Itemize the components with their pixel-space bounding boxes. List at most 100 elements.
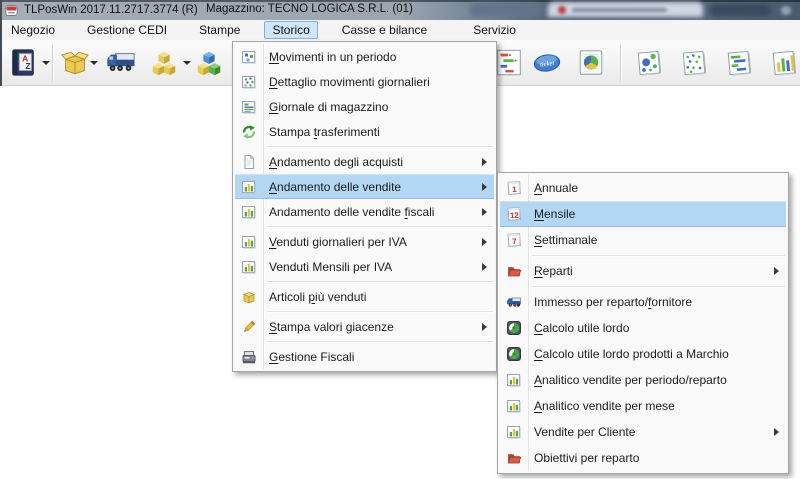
menu-item-label: Immesso per reparto/fornitore — [534, 295, 692, 309]
background-tab-favicon-blur — [558, 6, 566, 14]
menu-item-label: Articoli più venduti — [269, 290, 366, 304]
menu-item-label: Calcolo utile lordo prodotti a Marchio — [534, 347, 729, 361]
menubar-item-casse-e-bilance[interactable]: Casse e bilance — [334, 21, 435, 39]
gantt-chart-icon — [724, 48, 754, 78]
storico-menu-item-andamento-delle-vendite-fiscali[interactable]: Andamento delle vendite fiscali — [235, 199, 494, 224]
menu-item-label: Stampa valori giacenze — [269, 320, 394, 334]
vendite-submenu-item-calcolo-utile-lordo-prodotti-a-marchio[interactable]: Calcolo utile lordo prodotti a Marchio — [500, 341, 786, 367]
mini-bar-chart-icon — [241, 234, 257, 250]
app-icon — [5, 4, 18, 17]
toolbar-button-az-catalog-icon[interactable]: AZ — [6, 45, 40, 81]
vendite-submenu-item-reparti[interactable]: Reparti — [500, 258, 786, 284]
report-lines-icon — [241, 99, 257, 115]
menu-item-label: Andamento delle vendite fiscali — [269, 205, 434, 219]
green-globe-icon — [506, 320, 522, 336]
menubar-item-gestione-cedi[interactable]: Gestione CEDI — [79, 21, 175, 39]
ticket-icon: ticket — [532, 48, 562, 78]
calendar-7-icon: 7 — [506, 232, 522, 248]
menubar-item-negozio[interactable]: Negozio — [3, 21, 63, 39]
vendite-submenu-item-settimanale[interactable]: 7 Settimanale — [500, 227, 786, 253]
submenu-arrow-icon — [482, 323, 487, 331]
open-package-icon — [60, 48, 90, 78]
submenu-arrow-icon — [482, 158, 487, 166]
chevron-down-icon — [183, 61, 191, 65]
storico-menu-item-gestione-fiscali[interactable]: Gestione Fiscali — [235, 344, 494, 369]
menu-item-label: Dettaglio movimenti giornalieri — [269, 75, 430, 89]
menu-item-label: Reparti — [534, 264, 573, 278]
menu-item-label: Annuale — [534, 181, 578, 195]
toolbar-button-bar-chart-page-icon[interactable] — [767, 45, 800, 81]
storico-menu-item-articoli-pi-venduti[interactable]: Articoli più venduti — [235, 284, 494, 309]
document-icon — [241, 154, 257, 170]
red-folder-icon — [506, 450, 522, 466]
storico-menu-item-movimenti-in-un-periodo[interactable]: Movimenti in un periodo — [235, 44, 494, 69]
menu-item-label: Venduti Mensili per IVA — [269, 260, 392, 274]
calendar-1-icon: 1 — [506, 180, 522, 196]
background-window-blur-2 — [710, 4, 770, 16]
mini-bar-chart-icon — [506, 372, 522, 388]
storico-menu-item-andamento-degli-acquisti[interactable]: Andamento degli acquisti — [235, 149, 494, 174]
chevron-down-icon — [90, 61, 98, 65]
vendite-submenu-item-mensile[interactable]: 12Mensile — [500, 201, 786, 227]
toolbar-button-ticket-icon[interactable]: ticket — [530, 45, 564, 81]
menubar-item-servizio[interactable]: Servizio — [465, 21, 524, 39]
menu-item-label: Giornale di magazzino — [269, 100, 388, 114]
window-title: TLPosWin 2017.11.2717.3774 (R) — [24, 4, 198, 16]
toolbar-dropdown-arrow-open-package-icon[interactable] — [88, 45, 99, 81]
toolbar-button-colored-cubes-icon[interactable] — [192, 45, 226, 81]
toolbar-dropdown-arrow-yellow-cubes-icon[interactable] — [181, 45, 192, 81]
bar-chart-page-icon — [769, 48, 799, 78]
pie-chart-book-icon — [576, 48, 606, 78]
svg-text:Z: Z — [25, 61, 30, 71]
picture-chart-icon — [241, 49, 257, 65]
storico-menu-item-stampa-valori-giacenze[interactable]: Stampa valori giacenze — [235, 314, 494, 339]
background-window-blur — [470, 3, 540, 16]
toolbar-button-bubble-chart-icon[interactable] — [632, 45, 666, 81]
az-catalog-icon: AZ — [8, 48, 38, 78]
storico-menu-item-venduti-mensili-per-iva[interactable]: Venduti Mensili per IVA — [235, 254, 494, 279]
menubar-item-stampe[interactable]: Stampe — [191, 21, 248, 39]
toolbar-button-gantt-chart-icon[interactable] — [722, 45, 756, 81]
toolbar-button-yellow-cubes-icon[interactable] — [147, 45, 181, 81]
menu-item-label: Analitico vendite per periodo/reparto — [534, 373, 727, 387]
yellow-cubes-icon — [149, 48, 179, 78]
submenu-arrow-icon — [482, 263, 487, 271]
menu-item-label: Obiettivi per reparto — [534, 451, 639, 465]
toolbar-dropdown-arrow-az-catalog-icon[interactable] — [40, 45, 51, 81]
toolbar-button-truck-icon[interactable] — [104, 45, 138, 81]
mini-bar-chart-icon — [506, 424, 522, 440]
storico-menu-item-dettaglio-movimenti-giornalieri[interactable]: Dettaglio movimenti giornalieri — [235, 69, 494, 94]
mini-bar-chart-icon — [241, 204, 257, 220]
vendite-submenu-item-obiettivi-per-reparto[interactable]: Obiettivi per reparto — [500, 445, 786, 471]
menu-item-label: Calcolo utile lordo — [534, 321, 629, 335]
storico-menu-item-stampa-trasferimenti[interactable]: Stampa trasferimenti — [235, 119, 494, 144]
menu-item-label: Movimenti in un periodo — [269, 50, 396, 64]
storico-dropdown-menu: Movimenti in un periodo Dettaglio movimen… — [232, 41, 497, 372]
storico-menu-item-andamento-delle-vendite[interactable]: Andamento delle vendite — [235, 174, 494, 199]
storico-menu-item-giornale-di-magazzino[interactable]: Giornale di magazzino — [235, 94, 494, 119]
vendite-submenu-item-immesso-per-reparto-fornitore[interactable]: Immesso per reparto/fornitore — [500, 289, 786, 315]
green-globe-icon — [506, 346, 522, 362]
yellow-box-icon — [241, 289, 257, 305]
colored-cubes-icon — [194, 48, 224, 78]
submenu-arrow-icon — [774, 267, 779, 275]
menu-item-label: Andamento delle vendite — [269, 180, 401, 194]
menu-item-label: Settimanale — [534, 233, 597, 247]
toolbar-button-colored-gantt-icon[interactable] — [492, 45, 526, 81]
toolbar-button-pie-chart-book-icon[interactable] — [574, 45, 608, 81]
vendite-submenu-item-calcolo-utile-lordo[interactable]: Calcolo utile lordo — [500, 315, 786, 341]
truck-icon — [106, 48, 136, 78]
toolbar-button-open-package-icon[interactable] — [58, 45, 92, 81]
vendite-submenu-item-annuale[interactable]: 1 Annuale — [500, 175, 786, 201]
toolbar-button-scatter-chart-icon[interactable] — [677, 45, 711, 81]
mini-bar-chart-icon — [241, 259, 257, 275]
bubble-chart-icon — [634, 48, 664, 78]
vendite-submenu-item-analitico-vendite-per-mese[interactable]: Analitico vendite per mese — [500, 393, 786, 419]
vendite-submenu: 1 Annuale 12Mensile 7 Settimanale Reparti Imme… — [497, 172, 789, 474]
submenu-arrow-icon — [482, 208, 487, 216]
storico-menu-item-venduti-giornalieri-per-iva[interactable]: Venduti giornalieri per IVA — [235, 229, 494, 254]
vendite-submenu-item-analitico-vendite-per-periodo-reparto[interactable]: Analitico vendite per periodo/reparto — [500, 367, 786, 393]
menubar-item-storico[interactable]: Storico — [264, 21, 317, 39]
vendite-submenu-item-vendite-per-cliente[interactable]: Vendite per Cliente — [500, 419, 786, 445]
svg-text:12: 12 — [510, 211, 520, 221]
